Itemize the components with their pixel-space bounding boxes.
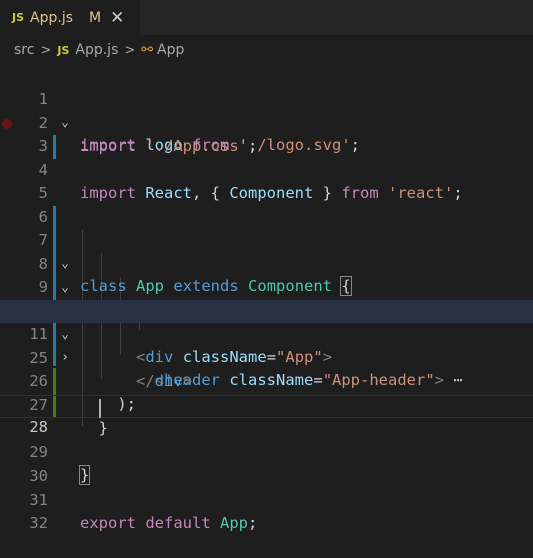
breadcrumb-file[interactable]: JS App.js	[57, 42, 118, 58]
js-file-icon: JS	[57, 44, 70, 57]
chevron-right-icon: >	[40, 42, 52, 58]
code-line[interactable]: 2 import './App.css';	[0, 89, 533, 155]
code-editor[interactable]: 1 ⌄ import logo from './logo.svg'; 2 imp…	[0, 65, 533, 540]
code-line[interactable]: 26 );	[0, 347, 533, 413]
breadcrumb-symbol[interactable]: ⚯ App	[141, 42, 184, 58]
code-line[interactable]: 5	[0, 159, 533, 202]
js-file-icon: JS	[12, 11, 25, 24]
breadcrumb-file-label: App.js	[75, 42, 119, 58]
breakpoint-icon[interactable]	[2, 119, 12, 129]
code-line[interactable]: 3	[0, 112, 533, 155]
tab-app-js[interactable]: JS App.js M ✕	[0, 0, 141, 35]
code-line-current[interactable]: 28	[0, 395, 533, 436]
code-line[interactable]: 32	[0, 489, 533, 532]
line-number: 32	[29, 514, 48, 532]
code-line[interactable]: 1 ⌄ import logo from './logo.svg';	[0, 65, 533, 154]
chevron-right-icon: >	[124, 42, 136, 58]
code-line[interactable]: 25 </div>	[0, 324, 533, 390]
code-line[interactable]: 8 ⌄ render(){	[0, 230, 533, 319]
code-line[interactable]: 31 export default App;	[0, 466, 533, 532]
class-symbol-icon: ⚯	[141, 42, 153, 58]
code-line[interactable]: 9 return (	[0, 253, 533, 319]
code-line[interactable]: 4 import React, { Component } from 'reac…	[0, 136, 533, 202]
code-line[interactable]: 27 }	[0, 371, 533, 437]
close-icon[interactable]: ✕	[110, 8, 124, 28]
code-text: export default App;	[80, 514, 258, 532]
code-line[interactable]: 6	[0, 183, 533, 226]
code-line[interactable]: 30	[0, 442, 533, 485]
code-line[interactable]: 7 ⌄ class App extends Component {	[0, 206, 533, 296]
tab-filename: App.js	[30, 9, 73, 26]
breadcrumb-folder[interactable]: src	[14, 42, 34, 58]
modified-indicator: M	[89, 9, 102, 26]
code-line[interactable]: 29 }	[0, 418, 533, 485]
tab-bar: JS App.js M ✕	[0, 0, 533, 35]
text-cursor	[99, 399, 101, 418]
code-line[interactable]: 10 ⌄ <div className="App">	[0, 277, 533, 366]
breadcrumb-symbol-label: App	[157, 42, 185, 58]
breadcrumb: src > JS App.js > ⚯ App	[0, 35, 533, 65]
code-line-folded[interactable]: 11 › <header className="App-header"> ⋯	[0, 300, 533, 389]
